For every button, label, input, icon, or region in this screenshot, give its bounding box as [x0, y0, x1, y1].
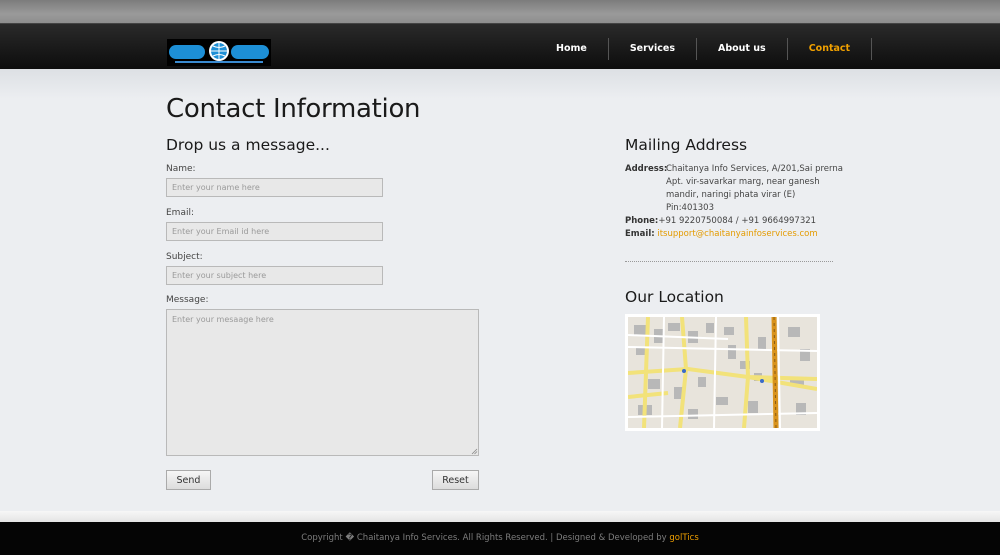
name-label: Name: [166, 164, 196, 174]
address-row: Address: Chaitanya Info Services, A/201,… [625, 163, 843, 215]
site-logo[interactable] [167, 39, 271, 66]
phone-row: Phone:+91 9220750084 / +91 9664997321 [625, 215, 843, 228]
email-label-info: Email: [625, 229, 655, 239]
phone-label: Phone: [625, 216, 659, 226]
nav-about-us[interactable]: About us [697, 38, 788, 60]
address-block: Address: Chaitanya Info Services, A/201,… [625, 163, 843, 241]
email-row: Email: itsupport@chaitanyainfoservices.c… [625, 228, 843, 241]
location-map[interactable] [625, 314, 820, 431]
main-nav: Home Services About us Contact [535, 38, 873, 60]
email-link[interactable]: itsupport@chaitanyainfoservices.com [657, 229, 817, 239]
developer-link[interactable]: golTics [669, 533, 698, 543]
logo-graphic [167, 39, 271, 66]
top-band [0, 0, 1000, 23]
map-marker [760, 379, 764, 383]
footer-strip [0, 511, 1000, 522]
subject-label: Subject: [166, 252, 203, 262]
address-lines: Chaitanya Info Services, A/201,Sai prern… [666, 163, 843, 215]
map-marker [682, 369, 686, 373]
address-line: Chaitanya Info Services, A/201,Sai prern… [666, 164, 843, 174]
nav-home[interactable]: Home [535, 38, 609, 60]
navbar: Home Services About us Contact [0, 23, 1000, 70]
email-label: Email: [166, 208, 195, 218]
dotted-divider [625, 261, 833, 262]
nav-services[interactable]: Services [609, 38, 697, 60]
email-input[interactable] [166, 222, 383, 241]
address-line: mandir, naringi phata virar (E) [666, 190, 796, 200]
page-title: Contact Information [166, 94, 421, 124]
name-input[interactable] [166, 178, 383, 197]
nav-contact[interactable]: Contact [788, 38, 873, 60]
form-heading: Drop us a message... [166, 136, 330, 154]
mailing-heading: Mailing Address [625, 136, 748, 154]
subject-input[interactable] [166, 266, 383, 285]
address-line: Apt. vir-savarkar marg, near ganesh [666, 177, 820, 187]
address-line: Pin:401303 [666, 203, 714, 213]
reset-button[interactable]: Reset [432, 470, 479, 490]
footer: Copyright � Chaitanya Info Services. All… [0, 522, 1000, 555]
map-graphic [628, 317, 817, 428]
message-label: Message: [166, 295, 209, 305]
location-heading: Our Location [625, 288, 724, 306]
send-button[interactable]: Send [166, 470, 211, 490]
main-content-bg [0, 69, 1000, 511]
footer-copyright: Copyright � Chaitanya Info Services. All… [301, 533, 670, 543]
phone-value: +91 9220750084 / +91 9664997321 [658, 216, 817, 226]
message-textarea[interactable] [166, 309, 479, 456]
address-label: Address: [625, 164, 668, 174]
resize-grip-icon[interactable] [471, 448, 478, 455]
